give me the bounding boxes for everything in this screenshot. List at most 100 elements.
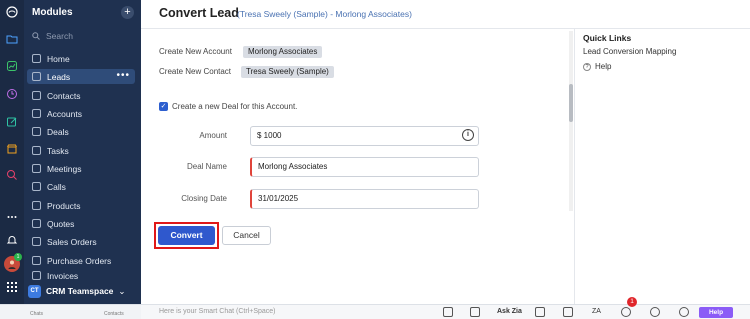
create-account-label: Create New Account bbox=[159, 47, 232, 56]
convert-button[interactable]: Convert bbox=[158, 226, 215, 245]
edit-icon[interactable] bbox=[5, 115, 19, 129]
sidebar-item-quotes[interactable]: Quotes bbox=[27, 216, 135, 231]
create-contact-chip: Tresa Sweely (Sample) bbox=[241, 66, 334, 78]
bottom-bar: Chats Contacts Here is your Smart Chat (… bbox=[0, 304, 750, 319]
sidebar-item-label: Products bbox=[47, 200, 81, 211]
purchase-orders-icon bbox=[32, 256, 41, 265]
sales-orders-icon bbox=[32, 237, 41, 246]
grid-menu-icon[interactable] bbox=[5, 280, 19, 294]
home-icon bbox=[32, 54, 41, 63]
amount-label: Amount bbox=[199, 131, 227, 140]
history-icon[interactable] bbox=[650, 307, 660, 317]
sidebar-item-tasks[interactable]: Tasks bbox=[27, 143, 135, 158]
page-subtitle: (Tresa Sweely (Sample) - Morlong Associa… bbox=[237, 9, 412, 19]
deals-icon bbox=[32, 127, 41, 136]
store-icon[interactable] bbox=[5, 142, 19, 156]
leads-icon bbox=[32, 72, 41, 81]
amount-field[interactable]: $ 1000 bbox=[250, 126, 479, 146]
sidebar-item-deals[interactable]: Deals bbox=[27, 124, 135, 139]
form-scrollbar-thumb[interactable] bbox=[569, 84, 573, 122]
lead-conversion-mapping-link[interactable]: Lead Conversion Mapping bbox=[583, 47, 676, 56]
modules-sidebar: Modules + Search Home Leads ••• Contacts … bbox=[24, 0, 141, 304]
sidebar-item-label: Sales Orders bbox=[47, 236, 97, 247]
search-analytics-icon[interactable] bbox=[5, 168, 19, 182]
sidebar-item-label: Calls bbox=[47, 181, 66, 192]
bottom-left-tabs: Chats Contacts bbox=[0, 305, 141, 319]
teamspace-label: CRM Teamspace bbox=[46, 286, 114, 296]
more-apps-icon[interactable] bbox=[5, 210, 19, 224]
sidebar-item-label: Leads bbox=[47, 71, 71, 82]
quotes-icon bbox=[32, 219, 41, 228]
ask-zia-button[interactable]: Ask Zia bbox=[497, 308, 522, 315]
products-icon bbox=[32, 201, 41, 210]
sidebar-item-calls[interactable]: Calls bbox=[27, 179, 135, 194]
calendar-icon[interactable] bbox=[563, 307, 573, 317]
sidebar-item-label: Invoices bbox=[47, 271, 79, 280]
tasks-icon bbox=[32, 146, 41, 155]
activity-icon[interactable] bbox=[5, 87, 19, 101]
sidebar-item-label: Meetings bbox=[47, 163, 82, 174]
upload-icon[interactable] bbox=[679, 307, 689, 317]
sidebar-item-home[interactable]: Home bbox=[27, 51, 135, 66]
sidebar-item-sales-orders[interactable]: Sales Orders bbox=[27, 234, 135, 249]
notification-badge: 1 bbox=[627, 297, 637, 307]
bell-icon[interactable] bbox=[5, 233, 19, 247]
analytics-icon[interactable] bbox=[5, 59, 19, 73]
alarm-clock-icon[interactable] bbox=[621, 307, 631, 317]
sidebar-item-leads[interactable]: Leads ••• bbox=[27, 69, 135, 84]
more-options-icon[interactable]: ••• bbox=[116, 70, 130, 81]
zoho-logo-icon[interactable] bbox=[5, 5, 19, 19]
help-link[interactable]: ? Help bbox=[583, 62, 611, 71]
sidebar-item-label: Deals bbox=[47, 126, 69, 137]
add-module-button[interactable]: + bbox=[121, 6, 134, 19]
sidebar-item-products[interactable]: Products bbox=[27, 198, 135, 213]
accounts-icon bbox=[32, 109, 41, 118]
zia-icon[interactable] bbox=[535, 307, 545, 317]
create-deal-label: Create a new Deal for this Account. bbox=[172, 102, 298, 111]
chevron-down-icon: ⌄ bbox=[118, 285, 126, 296]
sidebar-item-accounts[interactable]: Accounts bbox=[27, 106, 135, 121]
deal-name-label: Deal Name bbox=[186, 162, 227, 171]
help-icon: ? bbox=[583, 62, 591, 71]
app-rail: 1 bbox=[0, 0, 24, 304]
calls-icon bbox=[32, 182, 41, 191]
sidebar-item-purchase-orders[interactable]: Purchase Orders bbox=[27, 253, 135, 268]
sidebar-item-label: Accounts bbox=[47, 108, 82, 119]
teamspace-switcher[interactable]: CT CRM Teamspace ⌄ bbox=[28, 283, 132, 299]
search-icon bbox=[32, 32, 40, 40]
sidebar-item-meetings[interactable]: Meetings bbox=[27, 161, 135, 176]
create-account-chip: Morlong Associates bbox=[243, 46, 323, 58]
sidebar-heading: Modules bbox=[32, 7, 73, 18]
chats-tab[interactable]: Chats bbox=[30, 311, 43, 317]
sidebar-item-label: Quotes bbox=[47, 218, 75, 229]
deal-name-field[interactable]: Morlong Associates bbox=[250, 157, 479, 177]
cancel-button[interactable]: Cancel bbox=[222, 226, 271, 245]
contacts-icon bbox=[32, 91, 41, 100]
folder-icon[interactable] bbox=[5, 32, 19, 46]
sidebar-search[interactable]: Search bbox=[32, 31, 73, 41]
sidebar-item-label: Contacts bbox=[47, 90, 81, 101]
announcement-icon[interactable] bbox=[470, 307, 480, 317]
avatar-badge: 1 bbox=[14, 253, 22, 261]
help-button[interactable]: Help bbox=[699, 307, 733, 318]
info-icon[interactable]: i bbox=[462, 129, 474, 141]
sidebar-search-placeholder: Search bbox=[46, 31, 73, 41]
sidebar-item-contacts[interactable]: Contacts bbox=[27, 88, 135, 103]
help-link-label: Help bbox=[595, 62, 612, 71]
closing-date-field[interactable]: 31/01/2025 bbox=[250, 189, 479, 209]
create-deal-checkbox[interactable]: ✓ bbox=[159, 102, 168, 111]
invoices-icon bbox=[32, 271, 41, 280]
page-title: Convert Lead bbox=[159, 6, 239, 20]
smart-chat-input[interactable]: Here is your Smart Chat (Ctrl+Space) bbox=[159, 308, 276, 315]
quick-links-title: Quick Links bbox=[583, 33, 632, 43]
zia-short-button[interactable]: ZA bbox=[592, 308, 601, 315]
teamspace-badge: CT bbox=[28, 284, 41, 298]
contacts-tab[interactable]: Contacts bbox=[104, 311, 124, 317]
page-header: Convert Lead (Tresa Sweely (Sample) - Mo… bbox=[141, 0, 750, 29]
meetings-icon bbox=[32, 164, 41, 173]
closing-date-label: Closing Date bbox=[181, 194, 227, 203]
chat-icon[interactable] bbox=[443, 307, 453, 317]
create-contact-label: Create New Contact bbox=[159, 67, 232, 76]
sidebar-item-label: Tasks bbox=[47, 145, 69, 156]
sidebar-item-invoices[interactable]: Invoices bbox=[27, 271, 135, 280]
